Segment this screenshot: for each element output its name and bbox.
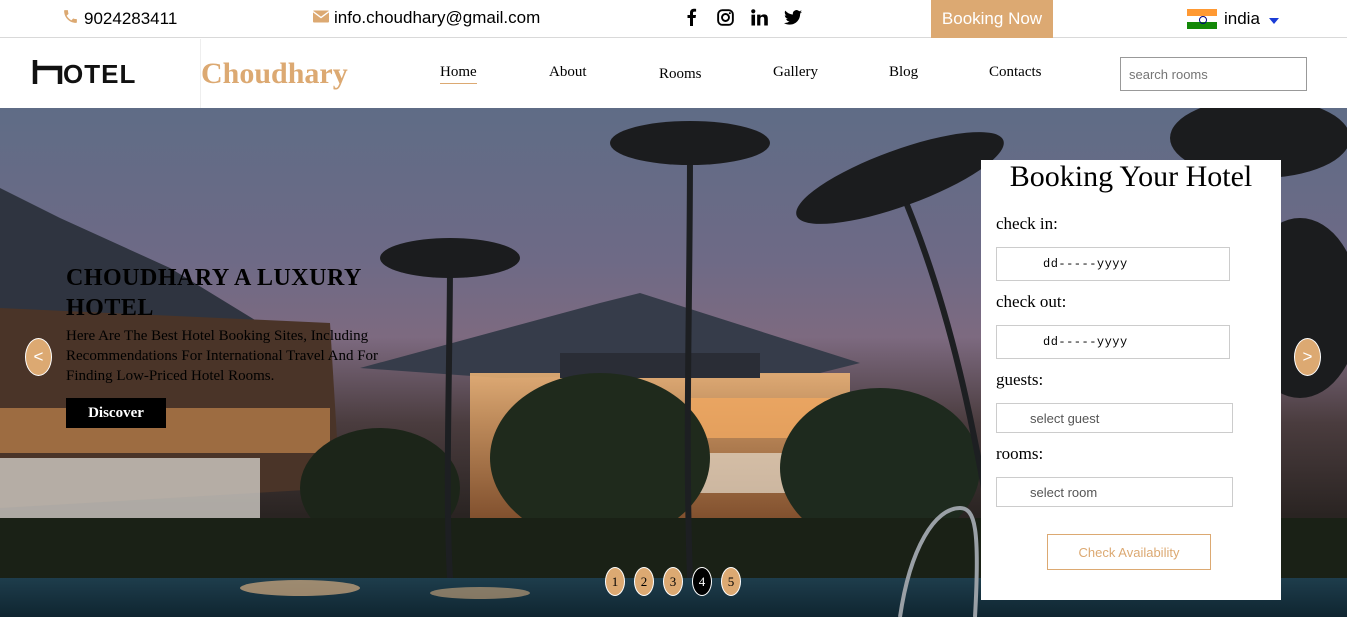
svg-text:OTEL: OTEL (63, 59, 136, 88)
nav-rooms[interactable]: Rooms (659, 66, 702, 83)
email-address: info.choudhary@gmail.com (334, 8, 541, 27)
prev-slide-button[interactable]: < (25, 338, 52, 376)
hotel-logo[interactable]: OTEL (32, 56, 168, 89)
phone-contact[interactable]: 9024283411 (62, 8, 177, 30)
checkout-label: check out: (996, 292, 1067, 311)
country-label: india (1224, 9, 1260, 28)
country-selector[interactable]: india (1187, 9, 1279, 30)
slide-dot[interactable]: 5 (721, 567, 741, 596)
slide-dot[interactable]: 3 (663, 567, 683, 596)
rooms-select[interactable]: select room (996, 477, 1233, 507)
checkin-label: check in: (996, 214, 1058, 233)
guests-label: guests: (996, 370, 1044, 389)
twitter-icon[interactable] (784, 8, 802, 26)
guests-select[interactable]: select guest (996, 403, 1233, 433)
chevron-left-icon: < (33, 347, 44, 366)
top-contact-bar: 9024283411 info.choudhary@gmail.com Book… (0, 0, 1347, 38)
hero-subtitle: Here Are The Best Hotel Booking Sites, I… (66, 328, 379, 384)
instagram-icon[interactable] (716, 8, 734, 26)
envelope-icon (312, 8, 330, 28)
social-links (682, 8, 802, 26)
nav-contacts[interactable]: Contacts (989, 64, 1042, 81)
hero-slider: CHOUDHARY A LUXURY HOTEL Here Are The Be… (0, 108, 1347, 617)
nav-gallery[interactable]: Gallery (773, 64, 818, 81)
nav-blog[interactable]: Blog (889, 64, 918, 81)
checkout-date-input[interactable]: dd-----yyyy (996, 325, 1230, 359)
next-slide-button[interactable]: > (1294, 338, 1321, 376)
booking-now-button[interactable]: Booking Now (931, 0, 1053, 38)
slide-dot-active[interactable]: 4 (692, 567, 712, 596)
facebook-icon[interactable] (682, 8, 700, 26)
check-availability-button[interactable]: Check Availability (1047, 534, 1211, 570)
discover-button[interactable]: Discover (66, 398, 166, 428)
hero-title: CHOUDHARY A LUXURY HOTEL (66, 265, 361, 321)
slide-dot[interactable]: 2 (634, 567, 654, 596)
booking-form-title: Booking Your Hotel (1009, 160, 1253, 193)
slide-pagination: 1 2 3 4 5 (605, 567, 741, 596)
rooms-label: rooms: (996, 444, 1044, 463)
linkedin-icon[interactable] (750, 8, 768, 26)
email-contact[interactable]: info.choudhary@gmail.com (312, 8, 541, 28)
phone-number: 9024283411 (84, 9, 178, 28)
chevron-right-icon: > (1302, 347, 1313, 366)
phone-icon (62, 8, 79, 30)
nav-home[interactable]: Home (440, 64, 477, 84)
slide-dot[interactable]: 1 (605, 567, 625, 596)
india-flag-icon (1187, 9, 1217, 30)
nav-about[interactable]: About (549, 64, 587, 81)
search-input[interactable] (1120, 57, 1307, 91)
brand-name[interactable]: Choudhary (201, 57, 348, 91)
checkin-date-input[interactable]: dd-----yyyy (996, 247, 1230, 281)
booking-form-card: Booking Your Hotel check in: dd-----yyyy… (981, 160, 1281, 600)
caret-down-icon (1268, 18, 1279, 24)
main-navbar: OTEL Choudhary Home About Rooms Gallery … (0, 39, 1347, 108)
